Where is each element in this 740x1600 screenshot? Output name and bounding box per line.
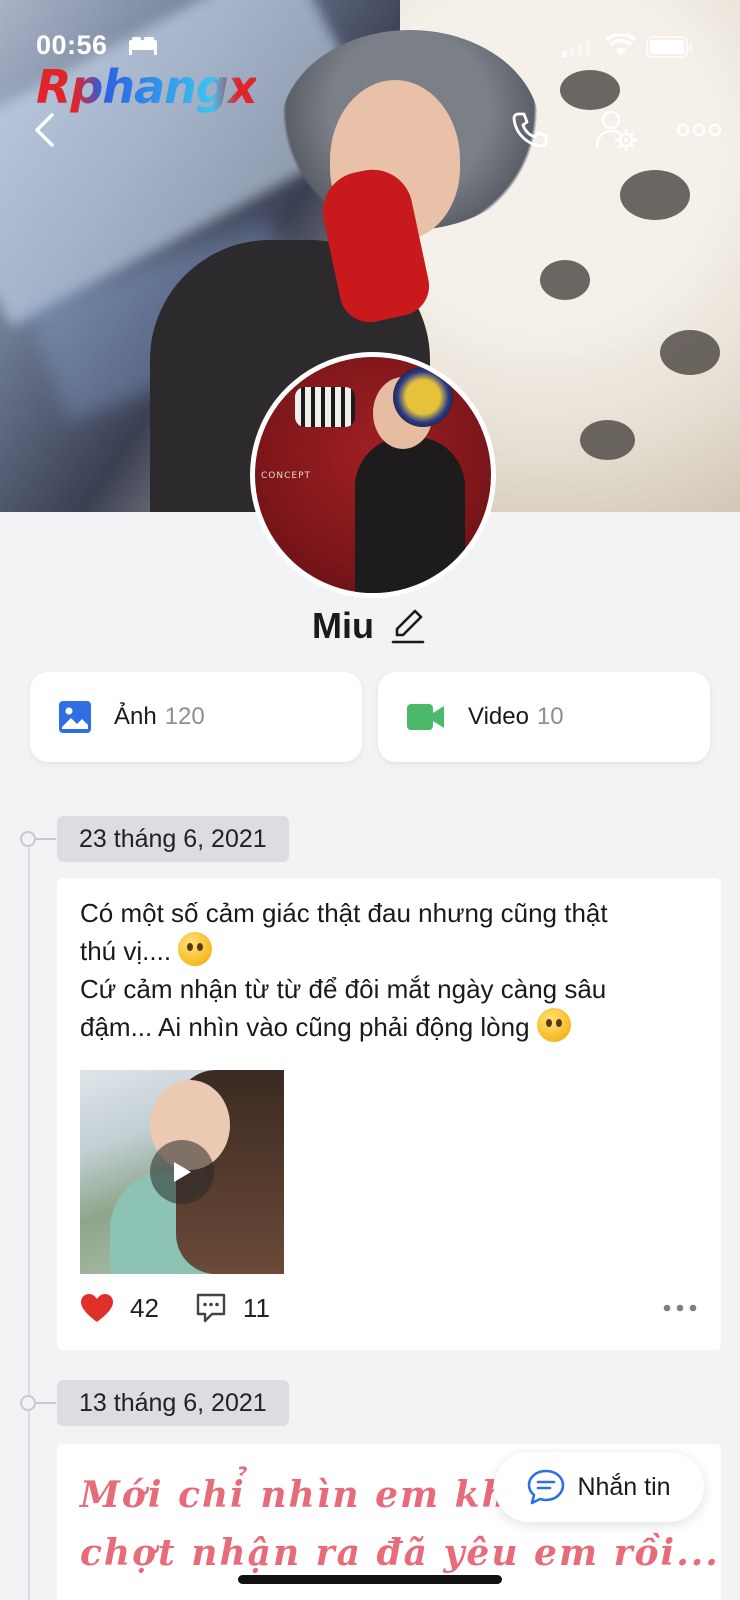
photos-label: Ảnh [114,703,157,730]
like-button[interactable]: 42 [80,1293,159,1324]
home-indicator[interactable] [238,1575,502,1584]
heart-icon [81,1294,113,1322]
timeline-dot [20,1395,36,1411]
status-bar: 00:56 Rphangx [0,0,740,114]
cover-spot [540,260,590,300]
photos-count: 120 [164,703,205,730]
post-text-line: Cứ cảm nhận từ từ để đôi mắt ngày càng s… [80,974,607,1004]
wifi-icon [606,34,636,56]
timeline-post[interactable]: Có một số cảm giác thật đau nhưng cũng t… [57,878,721,1350]
chevron-left-icon [35,113,54,147]
videos-card[interactable]: Video 10 [378,672,710,762]
battery-icon [646,36,692,58]
profile-name: Miu [312,605,374,646]
chat-bubble-icon [528,1469,565,1505]
status-time: 00:56 [36,30,108,60]
comment-count: 11 [242,1292,270,1323]
play-icon [174,1162,191,1182]
pencil-icon [391,609,425,644]
like-count: 42 [130,1292,159,1323]
post-text-line: đậm... Ai nhìn vào cũng phải động lòng [80,1012,530,1042]
timeline-connector [36,838,56,840]
send-message-button[interactable]: Nhắn tin [494,1452,704,1522]
avatar-body [355,437,465,593]
comment-icon [196,1293,226,1323]
post-more-button[interactable] [660,1293,700,1323]
more-horizontal-icon [663,1304,697,1312]
avatar-hair [393,367,453,427]
image-icon [59,701,91,733]
styled-text-line: Mới chỉ nhìn em khóc [80,1474,560,1516]
post-actions: 42 11 [80,1288,700,1328]
avatar-zebra [295,387,355,427]
cover-spot [620,170,690,220]
edit-name-button[interactable] [388,606,428,646]
send-message-label: Nhắn tin [577,1472,671,1501]
user-settings-button[interactable] [592,106,640,154]
back-button[interactable] [22,108,66,152]
post-text: Có một số cảm giác thật đau nhưng cũng t… [80,894,700,1046]
phone-icon [512,112,548,148]
post-text-line: thú vị.... [80,936,172,966]
video-camera-icon [407,704,444,730]
cover-spot [580,420,635,460]
timeline-dot [20,831,36,847]
post-video-thumbnail[interactable] [80,1070,284,1274]
more-horizontal-icon [677,123,721,137]
more-options-button[interactable] [674,110,724,150]
play-button[interactable] [150,1140,214,1204]
styled-text-line: chợt nhận ra đã yêu em rồi... [80,1532,720,1574]
profile-avatar[interactable]: CONCEPT [250,352,496,598]
post-date: 13 tháng 6, 2021 [57,1380,289,1426]
call-button[interactable] [506,106,554,154]
videos-count: 10 [536,703,564,730]
post-date: 23 tháng 6, 2021 [57,816,289,862]
photos-card[interactable]: Ảnh 120 [30,672,362,762]
profile-name-row: Miu [0,598,740,654]
timeline-line [28,838,30,1600]
comment-button[interactable]: 11 [195,1292,270,1324]
signal-icon [562,39,591,57]
videos-label: Video [468,703,529,730]
brand-logo: Rphangx [36,60,257,114]
sleep-mode-icon [129,37,157,55]
user-settings-icon [595,110,638,152]
rolling-eyes-emoji-icon [178,932,213,966]
timeline-connector [36,1402,56,1404]
smiling-emoji-icon [536,1008,571,1042]
cover-spot [660,330,720,375]
avatar-watermark: CONCEPT [261,471,311,481]
post-text-line: Có một số cảm giác thật đau nhưng cũng t… [80,898,608,928]
